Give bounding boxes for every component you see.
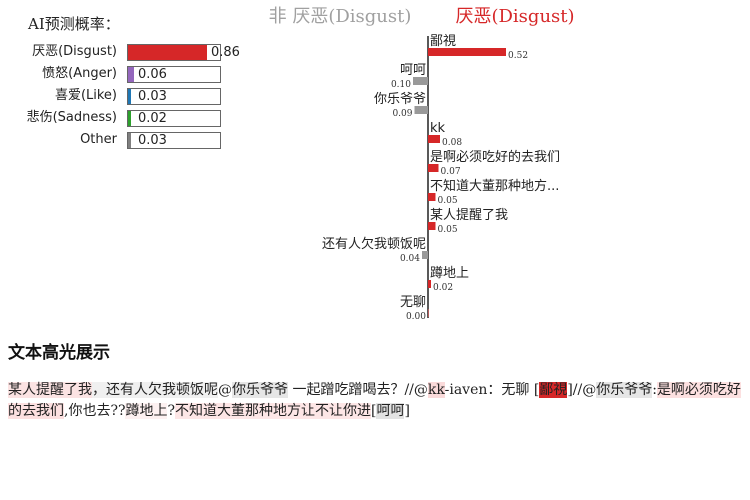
highlight-segment: ]//@: [567, 382, 597, 398]
value-label: 0.07: [441, 167, 461, 177]
highlight-segment: kk: [427, 382, 445, 398]
category-label: 不知道大董那种地方...: [430, 178, 559, 194]
value-label: 0.05: [438, 196, 458, 206]
highlight-segment: 蹲地上: [125, 403, 168, 419]
highlight-segment: -iaven：无聊 [: [444, 382, 540, 398]
value-label: 0.02: [433, 283, 453, 293]
highlight-segment: @: [218, 382, 232, 398]
highlight-segment: ?: [167, 403, 175, 419]
value-label: 0.00: [406, 312, 426, 322]
value-label: 0.04: [400, 254, 420, 264]
highlight-segment: 某人提醒了我: [8, 382, 92, 398]
category-label: 某人提醒了我: [430, 207, 508, 223]
highlight-segment: ,你也去??: [64, 403, 126, 419]
category-label: 蹲地上: [430, 266, 469, 281]
value-label: 0.09: [392, 109, 412, 119]
contribution-bar: [428, 280, 431, 288]
contribution-bar: [413, 77, 428, 85]
highlight-segment: ]: [404, 403, 410, 419]
highlight-segment: 一起蹭吃蹭喝去？//@: [288, 382, 428, 398]
contribution-bar: [428, 309, 429, 317]
legend-negative: 非 厌恶(Disgust): [269, 6, 412, 27]
highlight-text: 某人提醒了我，还有人欠我顿饭呢@你乐爷爷 一起蹭吃蹭喝去？//@kk-iaven…: [8, 380, 746, 422]
contribution-bar: [414, 106, 428, 114]
highlight-segment: 你乐爷爷: [232, 382, 288, 398]
highlight-title: 文本高光展示: [8, 343, 110, 363]
highlight-segment: ，还有人欠我顿饭呢: [92, 382, 218, 398]
value-label: 0.05: [438, 225, 458, 235]
highlight-segment: 你乐爷爷: [596, 382, 653, 398]
value-label: 0.08: [442, 138, 462, 148]
highlight-segment: 呵呵: [376, 403, 405, 419]
contribution-bar: [428, 193, 436, 201]
highlight-segment: 不知道大董那种地方让不让你进: [174, 403, 371, 419]
category-label: 你乐爷爷: [374, 92, 426, 107]
contribution-bar: [428, 48, 506, 56]
category-label: 呵呵: [400, 63, 426, 78]
value-label: 0.52: [508, 51, 528, 61]
category-label: 鄙視: [430, 34, 456, 49]
category-label: 是啊必须吃好的去我们: [430, 149, 560, 165]
value-label: 0.10: [391, 80, 411, 90]
category-label: 无聊: [400, 295, 426, 310]
contribution-bar: [428, 135, 440, 143]
contribution-chart: 非 厌恶(Disgust) 厌恶(Disgust) 鄙視 0.52 呵呵 0.10 你乐爷爷…: [269, 6, 575, 322]
category-label: kk: [430, 121, 446, 136]
legend-positive: 厌恶(Disgust): [455, 6, 574, 27]
highlight-segment: 鄙視: [539, 382, 568, 398]
contribution-bar: [428, 222, 436, 230]
contribution-bar: [428, 164, 439, 172]
contribution-bar: [422, 251, 428, 259]
category-label: 还有人欠我顿饭呢: [322, 236, 426, 252]
